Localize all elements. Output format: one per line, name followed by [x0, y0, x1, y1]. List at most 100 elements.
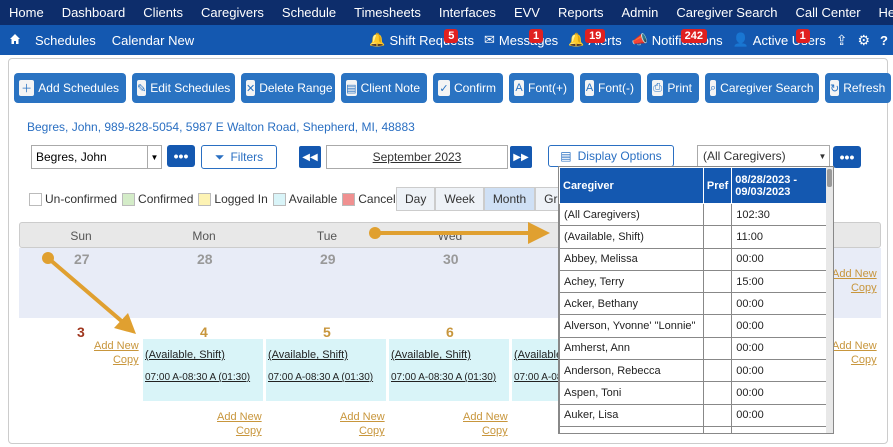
table-row[interactable]: Acker, Bethany 00:00	[559, 292, 829, 316]
tab-month[interactable]: Month	[483, 187, 536, 211]
tab-week[interactable]: Week	[435, 187, 484, 211]
refresh-icon: ↻	[830, 80, 840, 96]
active-users-button[interactable]: 👤 Active Users 1	[728, 29, 831, 48]
topnav-home[interactable]: Home	[0, 5, 53, 20]
table-row[interactable]: (All Caregivers) 102:30	[559, 202, 829, 227]
active-users-badge: 1	[795, 29, 810, 43]
table-cell: Acker, Bethany	[559, 292, 704, 316]
table-row[interactable]: Achey, Terry 15:00	[559, 269, 829, 294]
notifications-button[interactable]: 📣 Notifications 242	[627, 29, 728, 48]
chevron-down-icon: ▼	[818, 151, 827, 161]
table-row[interactable]: (Available, Shift) 11:00	[559, 225, 829, 249]
messages-badge: 1	[529, 29, 544, 43]
user-icon: 👤	[732, 32, 749, 47]
topnav-clients[interactable]: Clients	[134, 5, 192, 20]
confirm-button[interactable]: ✓ Confirm	[433, 73, 503, 103]
shift-entry[interactable]: (Available, Shift) 07:00 A-08:30 A (01:3…	[266, 339, 386, 401]
table-cell: 15:00	[731, 269, 829, 294]
prev-month-button[interactable]: ◀◀	[299, 146, 321, 168]
table-row[interactable]: Baker, Ray 00:00	[559, 425, 829, 433]
shift-requests-button[interactable]: 🔔 Shift Requests 5	[364, 29, 479, 48]
subnav-calendar-new[interactable]: Calendar New	[104, 33, 202, 48]
alerts-button[interactable]: 🔔 Alerts 19	[563, 29, 626, 48]
caregiver-search-button[interactable]: ⌕ Caregiver Search	[705, 73, 819, 103]
gear-icon[interactable]: ⚙	[852, 32, 875, 49]
caregiver-dropdown-panel[interactable]: Caregiver Pref 08/28/2023 - 09/03/2023 (…	[558, 166, 834, 434]
shift-entry[interactable]: (Available, Shift) 07:00 A-08:30 A (01:3…	[512, 339, 558, 401]
legend-swatch	[198, 192, 212, 206]
client-note-button[interactable]: ▤ Client Note	[341, 73, 427, 103]
chevron-down-icon: ▼	[147, 146, 161, 168]
delete-range-button[interactable]: ✕ Delete Range	[241, 73, 335, 103]
caregiver-select[interactable]: (All Caregivers) ▼	[697, 145, 830, 167]
messages-button[interactable]: ✉ Messages 1	[479, 29, 563, 48]
table-cell: 11:00	[731, 225, 829, 249]
caregiver-more-button[interactable]: •••	[833, 146, 861, 168]
add-schedules-button[interactable]: ＋ Add Schedules	[14, 73, 126, 103]
table-row[interactable]: Auker, Lisa 00:00	[559, 403, 829, 427]
topnav-interfaces[interactable]: Interfaces	[430, 5, 505, 20]
home-icon[interactable]	[0, 33, 27, 48]
topnav-dashboard[interactable]: Dashboard	[53, 5, 135, 20]
table-row[interactable]: Amherst, Ann 00:00	[559, 336, 829, 361]
table-cell	[702, 247, 733, 271]
next-month-button[interactable]: ▶▶	[510, 146, 532, 168]
add-calendar-icon: ＋	[19, 80, 35, 96]
add-new-link[interactable]: Add New Copy	[94, 339, 139, 367]
client-more-button[interactable]: •••	[167, 145, 195, 167]
table-row[interactable]: Aspen, Toni 00:00	[559, 381, 829, 405]
upload-icon[interactable]: ⇪	[831, 32, 853, 49]
client-select[interactable]: Begres, John ▼	[31, 145, 162, 169]
topnav-help[interactable]: Help	[870, 5, 893, 20]
table-cell: 00:00	[731, 359, 829, 383]
day-name-sun: Sun	[70, 229, 92, 243]
day-number: 29	[320, 251, 336, 267]
table-cell	[702, 269, 733, 294]
topnav-reports[interactable]: Reports	[549, 5, 613, 20]
table-cell: 00:00	[731, 247, 829, 271]
table-row[interactable]: Anderson, Rebecca 00:00	[559, 359, 829, 383]
shift-entry[interactable]: (Available, Shift) 07:00 A-08:30 A (01:3…	[389, 339, 509, 401]
column-header-pref: Pref	[702, 167, 733, 204]
topnav-evv[interactable]: EVV	[505, 5, 549, 20]
add-new-link[interactable]: Add New Copy	[832, 267, 877, 295]
dropdown-scrollbar[interactable]	[826, 167, 833, 433]
filters-button[interactable]: ⏷ Filters	[201, 145, 277, 169]
add-new-link[interactable]: Add New Copy	[832, 339, 877, 367]
table-row[interactable]: Abbey, Melissa 00:00	[559, 247, 829, 271]
add-new-link[interactable]: Add New Copy	[463, 410, 508, 438]
legend-item: Confirmed	[122, 192, 193, 206]
table-cell: 102:30	[731, 202, 829, 227]
add-new-link[interactable]: Add New Copy	[217, 410, 262, 438]
subnav-schedules[interactable]: Schedules	[27, 33, 104, 48]
topnav-caregiver-search[interactable]: Caregiver Search	[667, 5, 786, 20]
refresh-button[interactable]: ↻ Refresh	[825, 73, 891, 103]
topnav-call-center[interactable]: Call Center	[787, 5, 870, 20]
display-options-button[interactable]: ▤ Display Options	[548, 145, 674, 167]
edit-schedules-button[interactable]: ✎ Edit Schedules	[132, 73, 235, 103]
shift-requests-badge: 5	[444, 29, 459, 43]
month-label[interactable]: September 2023	[326, 145, 508, 169]
font-decrease-button[interactable]: A Font(-)	[580, 73, 641, 103]
topnav-schedule[interactable]: Schedule	[273, 5, 345, 20]
print-button[interactable]: ⎙ Print	[647, 73, 699, 103]
caregiver-hours-table: Caregiver Pref 08/28/2023 - 09/03/2023 (…	[559, 167, 829, 433]
topnav-admin[interactable]: Admin	[612, 5, 667, 20]
table-cell: Auker, Lisa	[559, 403, 704, 427]
topnav-timesheets[interactable]: Timesheets	[345, 5, 430, 20]
filter-icon: ⏷	[214, 149, 225, 164]
help-icon[interactable]: ?	[875, 33, 893, 48]
day-number: 4	[200, 324, 208, 340]
tab-day[interactable]: Day	[396, 187, 436, 211]
day-name-wed: Wed	[437, 229, 463, 243]
font-increase-button[interactable]: A Font(+)	[509, 73, 574, 103]
delete-icon: ✕	[246, 80, 256, 96]
table-cell: Anderson, Rebecca	[559, 359, 704, 383]
topnav-caregivers[interactable]: Caregivers	[192, 5, 273, 20]
day-number: 27	[74, 251, 90, 267]
table-cell	[702, 225, 733, 249]
add-new-link[interactable]: Add New Copy	[340, 410, 385, 438]
shift-entry[interactable]: (Available, Shift) 07:00 A-08:30 A (01:3…	[143, 339, 263, 401]
table-row[interactable]: Alverson, Yvonne' "Lonnie" 00:00	[559, 314, 829, 338]
client-info-link[interactable]: Begres, John, 989-828-5054, 5987 E Walto…	[27, 120, 415, 134]
